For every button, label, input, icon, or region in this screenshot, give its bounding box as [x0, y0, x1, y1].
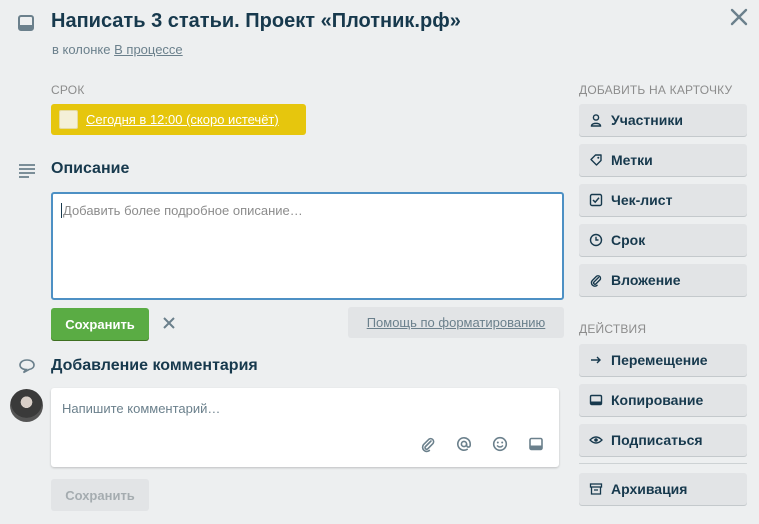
members-button[interactable]: Участники [579, 104, 747, 136]
arrow-right-icon [589, 353, 603, 367]
emoji-icon[interactable] [491, 435, 509, 453]
labels-button[interactable]: Метки [579, 144, 747, 176]
description-heading: Описание [51, 160, 130, 177]
attachment-icon[interactable] [419, 435, 437, 453]
attachment-label: Вложение [611, 272, 681, 288]
subscribe-button[interactable]: Подписаться [579, 424, 747, 456]
formatting-help-button[interactable]: Помощь по форматированию [348, 307, 564, 338]
archive-label: Архивация [611, 481, 688, 497]
labels-label: Метки [611, 152, 653, 168]
save-description-button[interactable]: Сохранить [51, 308, 149, 340]
archive-icon [589, 482, 603, 496]
due-date-badge[interactable]: Сегодня в 12:00 (скоро истечёт) [51, 104, 306, 135]
card-list-info: в колонке В процессе [52, 42, 183, 57]
description-placeholder: Добавить более подробное описание… [61, 203, 303, 218]
description-icon [18, 163, 36, 179]
move-button[interactable]: Перемещение [579, 344, 747, 376]
comment-input[interactable]: Напишите комментарий… [51, 388, 559, 467]
comment-icon [18, 358, 36, 374]
checklist-button[interactable]: Чек-лист [579, 184, 747, 216]
add-to-card-heading: ДОБАВИТЬ НА КАРТОЧКУ [579, 83, 733, 97]
avatar[interactable] [10, 389, 43, 422]
list-prefix: в колонке [52, 42, 111, 57]
card-icon [589, 393, 603, 407]
copy-button[interactable]: Копирование [579, 384, 747, 416]
due-date-label: Срок [611, 232, 646, 248]
close-icon[interactable] [728, 6, 750, 28]
label-icon [589, 153, 603, 167]
actions-heading: ДЕЙСТВИЯ [579, 322, 647, 336]
attachment-button[interactable]: Вложение [579, 264, 747, 296]
subscribe-label: Подписаться [611, 432, 703, 448]
card-icon [17, 14, 35, 32]
copy-label: Копирование [611, 392, 704, 408]
move-label: Перемещение [611, 352, 708, 368]
due-date-button[interactable]: Срок [579, 224, 747, 256]
sidebar-divider [579, 463, 747, 464]
mention-icon[interactable] [455, 435, 473, 453]
checklist-label: Чек-лист [611, 192, 673, 208]
due-date-text[interactable]: Сегодня в 12:00 (скоро истечёт) [86, 112, 279, 127]
description-textarea[interactable]: Добавить более подробное описание… [51, 192, 564, 300]
paperclip-icon [589, 273, 603, 287]
archive-button[interactable]: Архивация [579, 473, 747, 505]
save-comment-button[interactable]: Сохранить [51, 479, 149, 511]
clock-icon [589, 233, 603, 247]
cancel-edit-icon[interactable] [161, 315, 177, 331]
comment-placeholder: Напишите комментарий… [62, 401, 221, 416]
due-complete-checkbox[interactable] [59, 110, 78, 129]
eye-icon [589, 433, 603, 447]
list-link[interactable]: В процессе [114, 42, 183, 57]
checklist-icon [589, 193, 603, 207]
members-label: Участники [611, 112, 683, 128]
card-icon[interactable] [527, 435, 545, 453]
due-section-label: СРОК [51, 83, 85, 97]
card-title[interactable]: Написать 3 статьи. Проект «Плотник.рф» [51, 10, 461, 33]
person-icon [589, 113, 603, 127]
comment-heading: Добавление комментария [51, 357, 258, 374]
